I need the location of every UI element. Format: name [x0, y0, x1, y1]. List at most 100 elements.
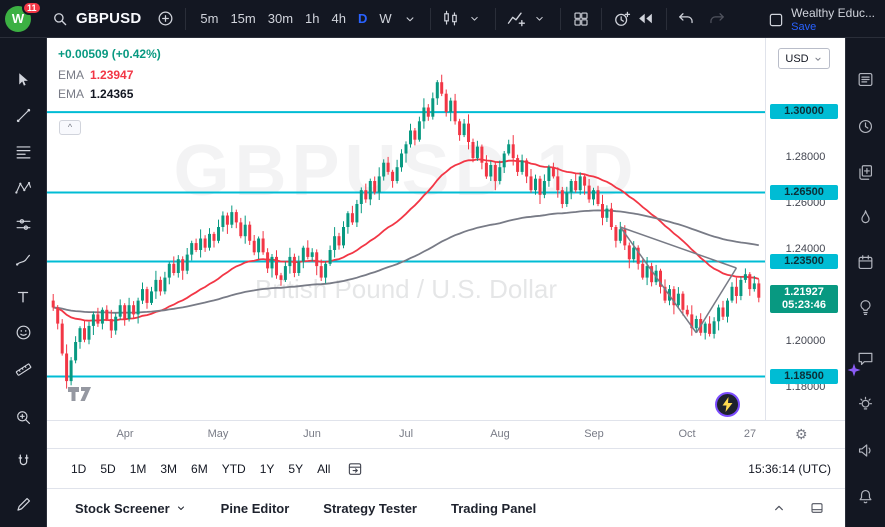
timeframe-15m[interactable]: 15m	[224, 6, 261, 32]
symbol-search-button[interactable]	[48, 5, 72, 33]
range-1m[interactable]: 1M	[130, 462, 147, 476]
gear-icon[interactable]: ⚙	[795, 426, 808, 443]
magnet-tool-button[interactable]	[9, 447, 37, 475]
indicators-button[interactable]	[504, 5, 528, 33]
timeframe-30m[interactable]: 30m	[262, 6, 299, 32]
chart-panel: GBPUSD 1D British Pound / U.S. Dollar +0…	[47, 38, 845, 527]
symbol-name[interactable]: GBPUSD	[76, 10, 141, 27]
alert-clock-icon	[612, 9, 632, 29]
text-tool-button[interactable]	[9, 283, 37, 311]
range-all[interactable]: All	[317, 462, 330, 476]
time-axis-label: Aug	[490, 428, 510, 440]
price-line-badge[interactable]: 1.30000	[770, 104, 838, 119]
calendar-button[interactable]	[851, 248, 879, 276]
legend-collapse-button[interactable]: ^	[59, 120, 81, 135]
emoji-tool-button[interactable]	[9, 318, 37, 346]
price-line-badge[interactable]: 1.26500	[770, 185, 838, 200]
calendar-go-to-icon	[346, 460, 364, 478]
ema-legend-row[interactable]: EMA1.23947	[58, 68, 161, 82]
range-ytd[interactable]: YTD	[222, 462, 246, 476]
zoom-tool-button[interactable]	[9, 403, 37, 431]
timeframe-1h[interactable]: 1h	[299, 6, 325, 32]
bar-replay-button[interactable]	[634, 5, 658, 33]
toolbar-separator	[495, 8, 496, 30]
brush-tool-button[interactable]	[9, 246, 37, 274]
tab-label: Strategy Tester	[323, 501, 417, 516]
chart-area[interactable]: GBPUSD 1D British Pound / U.S. Dollar +0…	[47, 38, 765, 420]
cursor-icon	[14, 71, 32, 89]
tab-pine-editor[interactable]: Pine Editor	[221, 501, 290, 516]
fib-retracement-icon	[14, 143, 33, 162]
plus-circle-icon	[156, 9, 175, 28]
undo-button[interactable]	[675, 5, 699, 33]
prediction-icon	[14, 215, 33, 234]
time-axis[interactable]: ⚙ AprMayJunJulAugSepOct27	[47, 420, 845, 448]
save-link[interactable]: Save	[791, 21, 875, 33]
ai-sparkle-icon	[847, 363, 861, 377]
pattern-tool-button[interactable]	[9, 174, 37, 202]
boost-button[interactable]	[715, 392, 740, 417]
news-button[interactable]	[851, 158, 879, 186]
time-axis-label: Jun	[303, 428, 321, 440]
measure-tool-button[interactable]	[9, 355, 37, 383]
price-line-badge[interactable]: 1.18500	[770, 369, 838, 384]
indicators-menu-button[interactable]	[528, 5, 552, 33]
panel-maximize-button[interactable]	[805, 494, 829, 522]
top-toolbar: W 11 GBPUSD 5m 15m 30m 1h 4h D W	[0, 0, 885, 38]
utc-clock[interactable]: 15:36:14 (UTC)	[748, 462, 831, 476]
candles	[52, 75, 761, 389]
fib-retracement-tool-button[interactable]	[9, 138, 37, 166]
price-axis[interactable]: USD 1.280001.260001.240001.200001.180001…	[765, 38, 845, 420]
timeframe-4h[interactable]: 4h	[326, 6, 352, 32]
save-layout-button[interactable]: Wealthy Educ... Save	[767, 4, 875, 33]
tab-trading-panel[interactable]: Trading Panel	[451, 501, 536, 516]
chat-button[interactable]	[851, 344, 879, 372]
trend-line[interactable]	[696, 268, 736, 333]
account-logo[interactable]: W 11	[0, 0, 40, 38]
timeframe-1w[interactable]: W	[373, 6, 397, 32]
prediction-tool-button[interactable]	[9, 210, 37, 238]
toolbar-separator	[560, 8, 561, 30]
currency-dropdown[interactable]: USD	[778, 48, 830, 69]
range-6m[interactable]: 6M	[191, 462, 208, 476]
timeframe-1d[interactable]: D	[352, 6, 373, 32]
chart-type-menu-button[interactable]	[463, 5, 487, 33]
tab-strategy-tester[interactable]: Strategy Tester	[323, 501, 417, 516]
news-icon	[856, 163, 875, 182]
streams-button[interactable]	[851, 436, 879, 464]
tradingview-logo[interactable]	[67, 386, 93, 402]
cursor-tool-button[interactable]	[9, 66, 37, 94]
range-1y[interactable]: 1Y	[260, 462, 275, 476]
tips-button[interactable]	[851, 390, 879, 418]
layout-grid-button[interactable]	[569, 5, 593, 33]
ema-legend-row[interactable]: EMA1.24365	[58, 87, 161, 101]
watchlist-button[interactable]	[851, 65, 879, 93]
hotlists-button[interactable]	[851, 203, 879, 231]
timeframe-5m[interactable]: 5m	[194, 6, 224, 32]
chart-type-button[interactable]	[439, 5, 463, 33]
undo-icon	[677, 9, 696, 28]
redo-button[interactable]	[705, 5, 729, 33]
panel-collapse-button[interactable]	[767, 494, 791, 522]
go-to-date-button[interactable]	[346, 460, 364, 478]
trend-line-tool-button[interactable]	[9, 101, 37, 129]
compare-add-button[interactable]	[153, 5, 177, 33]
range-1d[interactable]: 1D	[71, 462, 86, 476]
create-alert-button[interactable]	[610, 5, 634, 33]
alerts-button[interactable]	[851, 112, 879, 140]
chevron-up-icon	[771, 500, 787, 516]
price-line-badge[interactable]: 1.23500	[770, 254, 838, 269]
ideas-button[interactable]	[851, 293, 879, 321]
range-5y[interactable]: 5Y	[288, 462, 303, 476]
brush-icon	[14, 251, 33, 270]
timeframe-menu-button[interactable]	[398, 5, 422, 33]
range-5d[interactable]: 5D	[100, 462, 115, 476]
notifications-button[interactable]	[851, 482, 879, 510]
tab-stock-screener[interactable]: Stock Screener	[75, 501, 187, 516]
notifications-bell-icon	[856, 487, 875, 506]
alerts-clock-icon	[856, 117, 875, 136]
time-axis-label: 27	[744, 428, 756, 440]
range-3m[interactable]: 3M	[160, 462, 177, 476]
drawings-panel-button[interactable]	[9, 490, 37, 518]
time-axis-label: Oct	[678, 428, 695, 440]
